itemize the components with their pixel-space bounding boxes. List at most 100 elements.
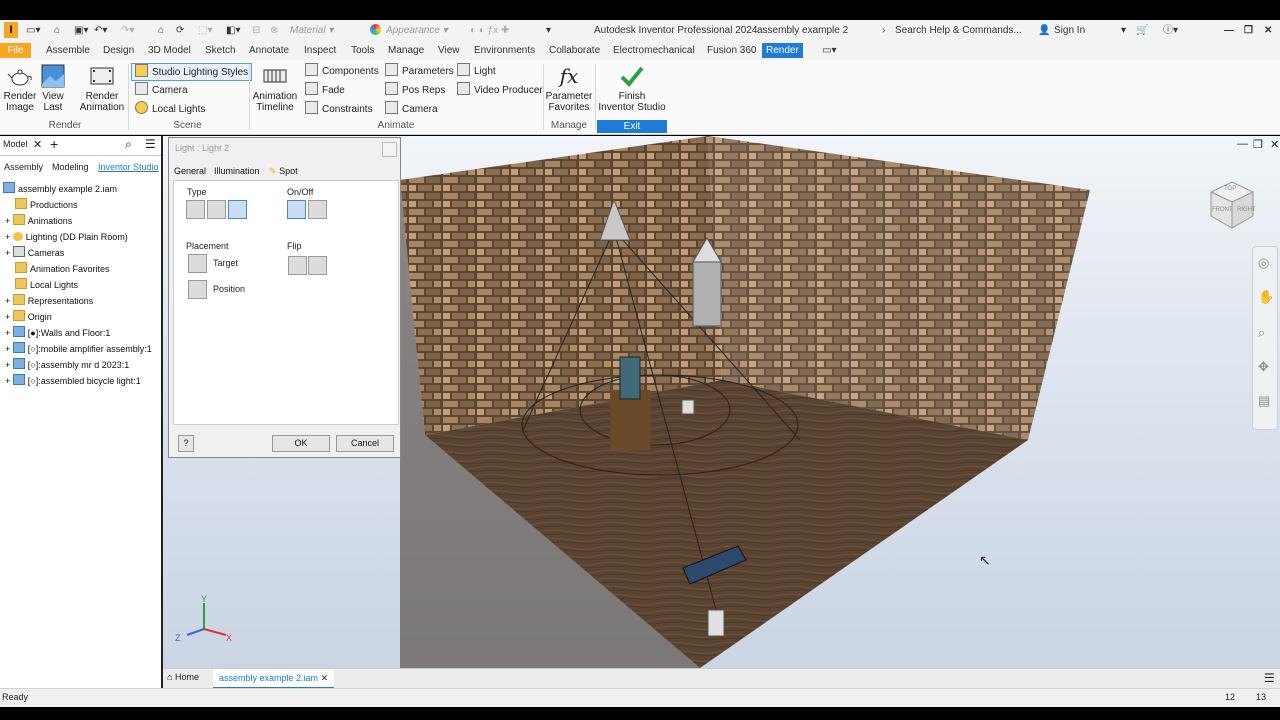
app-logo[interactable]: I [4,22,18,38]
tab-electromechanical[interactable]: Electromechanical [609,43,699,58]
home-icon[interactable]: ⌂ [158,23,164,38]
tree-root-assembly[interactable]: assembly example 2.iam [3,181,117,197]
material-dropdown[interactable]: Material ▾ [290,23,365,38]
new-file-icon[interactable]: ▭▾ [26,23,40,38]
tab-fusion-360[interactable]: Fusion 360 [703,43,760,58]
ok-button[interactable]: OK [272,435,330,452]
camera-button[interactable]: Camera [135,82,188,98]
tab-sketch[interactable]: Sketch [201,43,240,58]
animation-timeline-button[interactable]: Animation Timeline [251,62,299,113]
target-select-button[interactable] [188,254,207,273]
sign-in-link[interactable]: Sign In [1054,23,1085,38]
view-last-button[interactable]: View Last [38,62,68,113]
appearance-dropdown[interactable]: Appearance ▾ [370,23,465,38]
video-producer-button[interactable]: Video Producer [457,82,543,98]
look-at-icon[interactable]: ▤ [1258,393,1270,409]
animate-camera-button[interactable]: Camera [385,101,438,117]
tree-item-origin[interactable]: + Origin [5,309,52,325]
browser-subtab-modeling[interactable]: Modeling [52,162,89,172]
help-icon[interactable]: ⓘ▾ [1163,23,1178,38]
redo-icon[interactable]: ↷▾ [121,23,134,38]
dialog-close-button[interactable] [382,142,397,157]
local-lights-button[interactable]: Local Lights [135,101,205,117]
cancel-button[interactable]: Cancel [336,435,394,452]
tab-environments[interactable]: Environments [470,43,539,58]
close-icon[interactable]: ✕ [33,138,42,151]
tree-item-cameras[interactable]: + Cameras [5,245,64,261]
tree-item-assembly-mr-d[interactable]: + [○]:assembly mr d 2023:1 [5,357,129,373]
point-light-button[interactable] [207,200,226,219]
viewport-close-button[interactable]: ✕ [1270,138,1279,151]
tab-file[interactable]: File [0,43,31,58]
tab-collaborate[interactable]: Collaborate [545,43,604,58]
cart-icon[interactable]: 🛒 [1136,23,1148,38]
tab-annotate[interactable]: Annotate [245,43,293,58]
save-icon[interactable]: ▣▾ [74,23,88,38]
tree-item-productions[interactable]: Productions [15,197,78,213]
tree-item-walls-and-floor[interactable]: + [●]:Walls and Floor:1 [5,325,110,341]
tree-item-animations[interactable]: + Animations [5,213,72,229]
close-icon[interactable]: ✕ [321,673,329,683]
close-button[interactable]: ✕ [1264,23,1272,38]
measure-icon[interactable]: ⊟ [252,23,260,38]
tab-tools[interactable]: Tools [347,43,378,58]
components-button[interactable]: Components [305,63,379,79]
tree-item-representations[interactable]: + Representations [5,293,93,309]
parameter-favorites-button[interactable]: fx Parameter Favorites [545,62,593,113]
tree-item-local-lights[interactable]: Local Lights [15,277,78,293]
search-input[interactable]: Search Help & Commands... [895,23,1025,38]
home-tab[interactable]: ⌂ Home [167,672,199,682]
tree-item-animation-favorites[interactable]: Animation Favorites [15,261,110,277]
tab-illumination[interactable]: Illumination [214,164,260,178]
add-icon[interactable]: + [50,136,58,152]
user-icon[interactable]: 👤 [1038,23,1050,38]
browser-subtab-assembly[interactable]: Assembly [4,162,43,172]
ribbon-display-icon[interactable]: ▭▾ [818,43,840,58]
menu-icon[interactable]: ☰ [145,137,156,151]
studio-lighting-styles-button[interactable]: Studio Lighting Styles [131,63,253,81]
browser-subtab-inventor-studio[interactable]: Inventor Studio [98,162,159,172]
light-button[interactable]: Light [457,63,496,79]
tree-item-lighting[interactable]: + Lighting (DD Plain Room) [5,229,128,245]
light-on-button[interactable] [287,200,306,219]
flip-button-2[interactable] [308,256,327,275]
tab-inspect[interactable]: Inspect [300,43,340,58]
tab-general[interactable]: General [174,164,206,178]
render-image-button[interactable]: Render Image [2,62,38,113]
document-tab-active[interactable]: assembly example 2.iam ✕ [213,669,335,689]
restore-button[interactable]: ❐ [1244,23,1253,38]
render-animation-button[interactable]: Render Animation [78,62,126,113]
constraints-button[interactable]: Constraints [305,101,373,117]
parameters-button[interactable]: Parameters [385,63,454,79]
pos-reps-button[interactable]: Pos Reps [385,82,445,98]
flip-button-1[interactable] [288,256,307,275]
viewcube[interactable]: TOP FRONT RIGHT [1207,180,1257,230]
tab-render[interactable]: Render [762,43,803,58]
tab-3d-model[interactable]: 3D Model [144,43,195,58]
tab-list-menu-icon[interactable]: ☰ [1264,671,1275,685]
clear-override-icon[interactable]: ⊗ [270,23,278,38]
tab-assemble[interactable]: Assemble [42,43,94,58]
light-off-button[interactable] [308,200,327,219]
update-icon[interactable]: ⟳ [176,23,184,38]
position-select-button[interactable] [188,280,207,299]
finish-inventor-studio-button[interactable]: Finish Inventor Studio [597,62,667,113]
tab-spot[interactable]: ✎ Spot [269,164,298,178]
directional-light-button[interactable] [186,200,205,219]
tab-manage[interactable]: Manage [384,43,428,58]
pan-icon[interactable]: ✋ [1258,289,1274,305]
tree-item-bicycle-light[interactable]: + [○]:assembled bicycle light:1 [5,373,141,389]
viewport-restore-button[interactable]: ❐ [1253,138,1263,151]
color-override-icon[interactable]: ◧▾ [226,23,240,38]
qat-customize-icon[interactable]: ▾ [546,23,551,38]
help-button[interactable]: ? [178,435,194,452]
spot-light-button[interactable] [228,200,247,219]
undo-icon[interactable]: ↶▾ [94,23,107,38]
viewport-minimize-button[interactable]: — [1237,138,1248,150]
chevron-down-icon[interactable]: ▾ [1121,23,1126,38]
select-icon[interactable]: ⬚▾ [198,23,212,38]
orbit-icon[interactable]: ✥ [1258,359,1269,375]
search-icon[interactable]: ⌕ [125,137,132,152]
minimize-button[interactable]: — [1224,23,1234,38]
tree-item-mobile-amplifier[interactable]: + [○]:mobile amplifier assembly:1 [5,341,152,357]
